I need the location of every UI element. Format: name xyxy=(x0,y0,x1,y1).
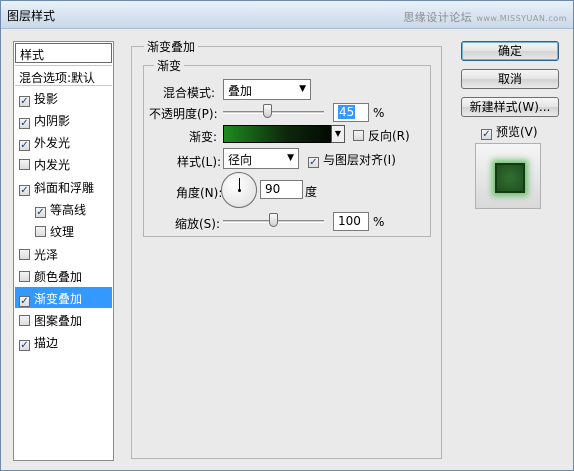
opacity-input[interactable]: 45 xyxy=(333,103,369,122)
scale-unit: % xyxy=(373,215,385,229)
bevel-emboss-checkbox[interactable]: ✓ xyxy=(19,185,30,196)
preview-label: 预览(V) xyxy=(496,125,538,139)
gradient-label: 渐变: xyxy=(189,130,218,144)
style-label: 样式(L): xyxy=(177,155,222,169)
chevron-down-icon: ▼ xyxy=(299,84,306,94)
style-item-label: 光泽 xyxy=(34,248,59,262)
cancel-button[interactable]: 取消 xyxy=(461,69,559,89)
layer-style-dialog: 图层样式 思缘设计论坛 www.MISSYUAN.com 样式 混合选项:默认 … xyxy=(0,0,574,471)
style-item-label: 纹理 xyxy=(50,225,75,239)
style-item-gradient-overlay[interactable]: ✓ 渐变叠加 xyxy=(15,287,112,308)
style-item-bevel-emboss[interactable]: ✓ 斜面和浮雕 xyxy=(15,176,112,197)
preview-option[interactable]: ✓ 预览(V) xyxy=(481,123,538,140)
reverse-option[interactable]: 反向(R) xyxy=(353,127,410,144)
scale-value: 100 xyxy=(338,214,361,228)
watermark: 思缘设计论坛 www.MISSYUAN.com xyxy=(403,9,567,25)
angle-value: 90 xyxy=(265,182,281,196)
style-item-satin[interactable]: 光泽 xyxy=(15,243,112,264)
window-title: 图层样式 xyxy=(7,9,56,23)
style-preview xyxy=(475,143,541,209)
inner-glow-checkbox[interactable] xyxy=(19,159,30,170)
chevron-down-icon: ▼ xyxy=(287,153,294,163)
watermark-site: www.MISSYUAN.com xyxy=(476,14,567,23)
pattern-overlay-checkbox[interactable] xyxy=(19,315,30,326)
style-item-outer-glow[interactable]: ✓ 外发光 xyxy=(15,131,112,152)
align-with-layer-option[interactable]: ✓ 与图层对齐(I) xyxy=(308,151,396,168)
style-item-texture[interactable]: 纹理 xyxy=(15,220,112,241)
style-item-label: 渐变叠加 xyxy=(34,292,83,306)
title-bar[interactable]: 图层样式 思缘设计论坛 www.MISSYUAN.com xyxy=(1,1,573,29)
preview-square xyxy=(495,163,525,193)
blend-mode-select[interactable]: 叠加 ▼ xyxy=(223,79,311,100)
align-with-layer-label: 与图层对齐(I) xyxy=(323,153,396,167)
outer-glow-checkbox[interactable]: ✓ xyxy=(19,140,30,151)
align-with-layer-checkbox[interactable]: ✓ xyxy=(308,157,319,168)
blend-mode-value: 叠加 xyxy=(228,84,253,98)
chevron-down-icon[interactable]: ▼ xyxy=(331,125,345,143)
inner-shadow-checkbox[interactable]: ✓ xyxy=(19,118,30,129)
opacity-slider-track[interactable] xyxy=(223,111,324,114)
blend-mode-label: 混合模式: xyxy=(163,86,216,100)
style-item-label: 内发光 xyxy=(34,158,71,172)
style-item-contour[interactable]: ✓ 等高线 xyxy=(15,198,112,219)
style-item-drop-shadow[interactable]: ✓ 投影 xyxy=(15,87,112,108)
gradient-overlay-title: 渐变叠加 xyxy=(144,38,199,55)
styles-list: 样式 混合选项:默认 ✓ 投影 ✓ 内阴影 ✓ 外发光 内发光 ✓ 斜面和浮雕 ✓ 等高线… xyxy=(13,41,114,461)
angle-input[interactable]: 90 xyxy=(260,180,303,199)
opacity-slider-thumb[interactable] xyxy=(263,104,273,118)
drop-shadow-checkbox[interactable]: ✓ xyxy=(19,96,30,107)
texture-checkbox[interactable] xyxy=(35,226,46,237)
scale-slider-thumb[interactable] xyxy=(268,213,278,227)
angle-unit: 度 xyxy=(305,185,318,199)
angle-dial[interactable] xyxy=(221,172,257,208)
preview-checkbox[interactable]: ✓ xyxy=(481,129,492,140)
style-item-color-overlay[interactable]: 颜色叠加 xyxy=(15,265,112,286)
reverse-checkbox[interactable] xyxy=(353,130,364,141)
gradient-style-value: 径向 xyxy=(228,153,253,167)
style-item-label: 描边 xyxy=(34,336,59,350)
opacity-unit: % xyxy=(373,106,385,120)
reverse-label: 反向(R) xyxy=(368,129,410,143)
opacity-value: 45 xyxy=(338,105,356,119)
gradient-group-title: 渐变 xyxy=(154,57,185,74)
styles-header[interactable]: 样式 xyxy=(15,43,112,63)
gradient-overlay-checkbox[interactable]: ✓ xyxy=(19,296,30,307)
angle-label: 角度(N): xyxy=(176,186,223,200)
stroke-checkbox[interactable]: ✓ xyxy=(19,340,30,351)
opacity-label: 不透明度(P): xyxy=(149,107,218,121)
watermark-text: 思缘设计论坛 xyxy=(403,11,473,24)
style-item-label: 内阴影 xyxy=(34,114,71,128)
style-item-label: 颜色叠加 xyxy=(34,270,83,284)
style-item-inner-shadow[interactable]: ✓ 内阴影 xyxy=(15,109,112,130)
ok-button[interactable]: 确定 xyxy=(461,41,559,61)
style-item-label: 图案叠加 xyxy=(34,314,83,328)
blend-options-item[interactable]: 混合选项:默认 xyxy=(15,65,112,86)
style-item-label: 投影 xyxy=(34,92,59,106)
style-item-stroke[interactable]: ✓ 描边 xyxy=(15,331,112,352)
gradient-style-select[interactable]: 径向 ▼ xyxy=(223,148,299,169)
style-item-pattern-overlay[interactable]: 图案叠加 xyxy=(15,309,112,330)
angle-center-dot xyxy=(238,189,241,192)
scale-input[interactable]: 100 xyxy=(333,212,369,231)
contour-checkbox[interactable]: ✓ xyxy=(35,207,46,218)
style-item-label: 外发光 xyxy=(34,136,71,150)
style-item-label: 斜面和浮雕 xyxy=(34,181,95,195)
satin-checkbox[interactable] xyxy=(19,249,30,260)
style-item-inner-glow[interactable]: 内发光 xyxy=(15,153,112,174)
new-style-button[interactable]: 新建样式(W)... xyxy=(461,97,559,117)
scale-label: 缩放(S): xyxy=(175,217,221,231)
color-overlay-checkbox[interactable] xyxy=(19,271,30,282)
gradient-picker[interactable]: ▼ xyxy=(223,125,345,143)
style-item-label: 等高线 xyxy=(50,203,87,217)
